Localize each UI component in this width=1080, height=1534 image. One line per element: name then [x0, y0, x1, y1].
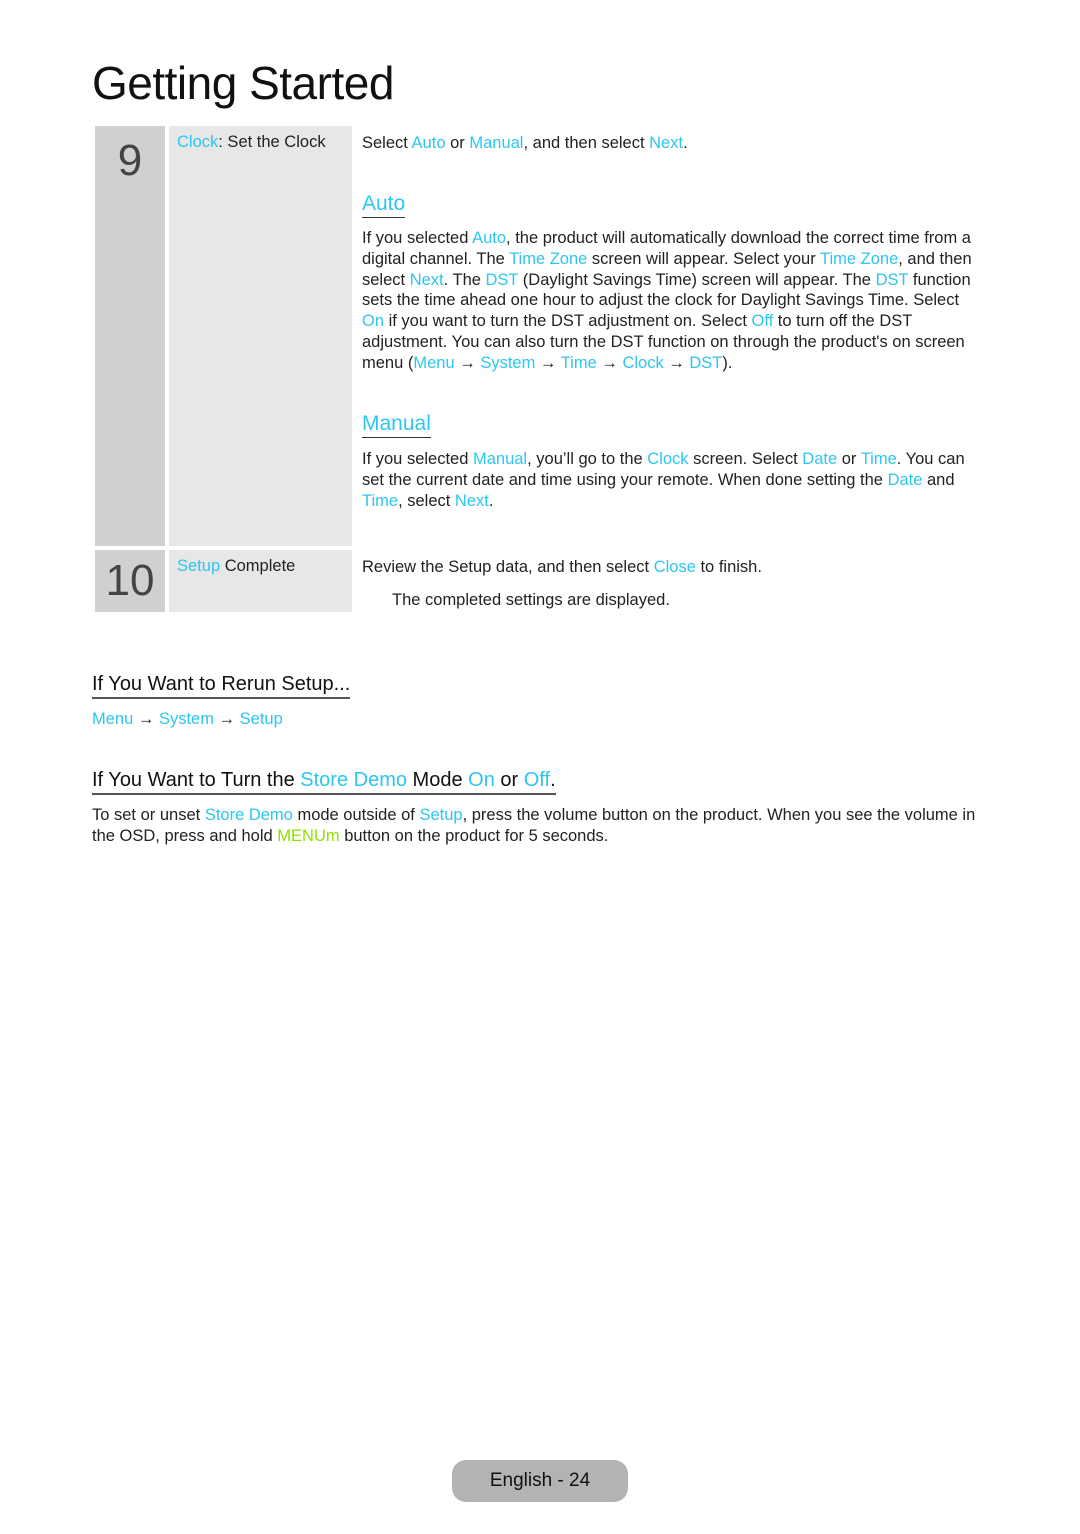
- highlighted-term: Menu: [413, 353, 455, 372]
- highlighted-term: Time Zone: [820, 249, 899, 268]
- store-demo-heading: If You Want to Turn the Store Demo Mode …: [92, 768, 556, 795]
- step-label-keyword: Setup: [177, 557, 221, 575]
- text-run: and: [922, 470, 955, 489]
- highlighted-term: Time Zone: [509, 249, 588, 268]
- highlighted-term: On: [362, 312, 385, 331]
- highlighted-term: DST: [485, 270, 519, 289]
- text-run: If you selected: [362, 229, 473, 247]
- highlighted-term: Setup: [239, 710, 283, 728]
- highlighted-term: Clock: [622, 353, 664, 372]
- text-run: if you want to turn the DST adjustment o…: [384, 312, 752, 331]
- text-run: If you selected: [362, 450, 473, 468]
- text-run: .: [683, 134, 688, 152]
- highlighted-term: Time: [860, 450, 897, 468]
- highlighted-term: Auto: [472, 229, 507, 247]
- highlighted-term: Menu: [92, 710, 134, 728]
- step-label: Setup Complete: [169, 550, 352, 612]
- step-intro: Review the Setup data, and then select C…: [362, 557, 982, 578]
- auto-heading: Auto: [362, 192, 406, 218]
- text-run: →: [133, 710, 159, 728]
- highlighted-term: Manual: [472, 450, 528, 468]
- highlighted-term: Off: [751, 312, 774, 331]
- text-run: Review the Setup data, and then select: [362, 558, 654, 576]
- text-run: If You Want to Turn the: [92, 769, 301, 791]
- manual-heading: Manual: [362, 412, 431, 438]
- highlighted-term: Close: [653, 558, 696, 576]
- rerun-setup-menu-path: Menu → System → Setup: [92, 709, 283, 730]
- auto-description: If you selected Auto, the product will a…: [362, 228, 984, 374]
- text-run: or: [494, 769, 524, 791]
- highlighted-term: Manual: [469, 134, 524, 152]
- text-run: Mode: [407, 769, 469, 791]
- step-number: 10: [95, 550, 165, 612]
- text-run: →: [663, 353, 690, 372]
- highlighted-term: Date: [802, 450, 838, 468]
- text-run: →: [213, 710, 240, 728]
- highlighted-term: Date: [887, 470, 923, 489]
- highlighted-term: Store Demo: [204, 806, 293, 824]
- highlighted-term: Next: [454, 491, 489, 510]
- step-label-keyword: Clock: [177, 133, 219, 151]
- page-title: Getting Started: [92, 57, 394, 109]
- text-run: , you’ll go to the: [527, 450, 648, 468]
- highlighted-term: Next: [649, 134, 684, 152]
- text-run: . The: [443, 270, 486, 289]
- highlighted-term: DST: [875, 270, 909, 289]
- text-run: .: [550, 769, 556, 791]
- text-run: or: [837, 450, 861, 468]
- page-number-footer: English - 24: [452, 1460, 628, 1502]
- step-intro: Select Auto or Manual, and then select N…: [362, 133, 982, 154]
- text-run: or: [445, 134, 470, 152]
- step-label-text: Complete: [220, 557, 296, 575]
- text-run: →: [596, 353, 623, 372]
- manual-description: If you selected Manual, you’ll go to the…: [362, 449, 984, 511]
- highlighted-term: Setup: [419, 806, 463, 824]
- text-run: To set or unset: [92, 806, 205, 824]
- highlighted-term: Time: [560, 353, 597, 372]
- highlighted-term: System: [480, 353, 536, 372]
- text-run: screen. Select: [688, 450, 803, 468]
- text-run: , select: [398, 491, 455, 510]
- text-run: (Daylight Savings Time) screen will appe…: [518, 270, 876, 289]
- step-number: 9: [95, 126, 165, 546]
- text-run: button on the product for 5 seconds.: [339, 826, 609, 845]
- button-name-term: MENUm: [277, 826, 340, 845]
- text-run: .: [488, 491, 494, 510]
- highlighted-term: Auto: [411, 134, 446, 152]
- step-label: Clock: Set the Clock: [169, 126, 352, 546]
- step-label-text: : Set the Clock: [218, 133, 326, 151]
- text-run: screen will appear. Select your: [587, 249, 820, 268]
- text-run: , and then select: [523, 134, 650, 152]
- highlighted-term: DST: [689, 353, 723, 372]
- rerun-setup-heading: If You Want to Rerun Setup...: [92, 672, 351, 699]
- text-run: →: [535, 353, 561, 372]
- highlighted-term: Clock: [647, 450, 689, 468]
- highlighted-term: On: [468, 769, 495, 791]
- highlighted-term: Off: [523, 769, 551, 791]
- text-run: Select: [362, 134, 412, 152]
- highlighted-term: System: [158, 710, 214, 728]
- store-demo-description: To set or unset Store Demo mode outside …: [92, 805, 987, 847]
- text-run: mode outside of: [292, 806, 420, 824]
- step-note: The completed settings are displayed.: [392, 591, 670, 609]
- text-run: →: [454, 353, 481, 372]
- highlighted-term: Next: [409, 270, 444, 289]
- text-run: to finish.: [695, 558, 762, 576]
- text-run: ).: [722, 353, 733, 372]
- highlighted-term: Time: [362, 491, 399, 510]
- highlighted-term: Store Demo: [300, 769, 407, 791]
